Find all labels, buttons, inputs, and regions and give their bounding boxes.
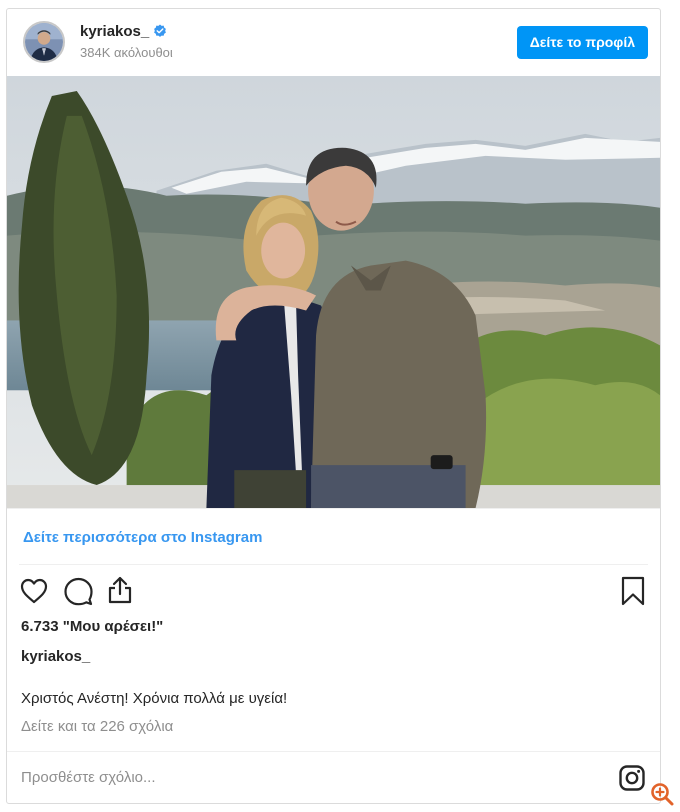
heart-icon[interactable] bbox=[18, 575, 50, 607]
share-icon[interactable] bbox=[104, 574, 136, 606]
add-comment-field[interactable]: Προσθέστε σχόλιο... bbox=[21, 769, 156, 786]
bookmark-icon[interactable] bbox=[618, 575, 648, 607]
caption-text: Χριστός Ανέστη! Χρόνια πολλά με υγεία! bbox=[21, 690, 288, 707]
verified-badge-icon bbox=[154, 24, 167, 37]
likes-count[interactable]: 6.733 "Μου αρέσει!" bbox=[21, 618, 163, 635]
zoom-icon[interactable] bbox=[649, 781, 675, 807]
followers-count: 384K ακόλουθοι bbox=[80, 45, 173, 60]
instagram-embed: kyriakos_ 384K ακόλουθοι Δείτε το προφίλ bbox=[6, 8, 661, 804]
view-more-on-instagram-link[interactable]: Δείτε περισσότερα στο Instagram bbox=[23, 529, 262, 546]
divider bbox=[7, 751, 660, 752]
view-profile-button[interactable]: Δείτε το προφίλ bbox=[516, 26, 648, 59]
divider bbox=[19, 564, 648, 565]
username[interactable]: kyriakos_ bbox=[80, 23, 167, 40]
comment-icon[interactable] bbox=[62, 575, 94, 607]
username-text[interactable]: kyriakos_ bbox=[80, 23, 149, 40]
avatar[interactable] bbox=[23, 21, 65, 63]
post-image[interactable] bbox=[7, 76, 660, 509]
post-header: kyriakos_ 384K ακόλουθοι Δείτε το προφίλ bbox=[7, 9, 660, 76]
caption-username[interactable]: kyriakos_ bbox=[21, 648, 90, 665]
instagram-icon[interactable] bbox=[618, 764, 646, 792]
view-comments-link[interactable]: Δείτε και τα 226 σχόλια bbox=[21, 718, 173, 735]
